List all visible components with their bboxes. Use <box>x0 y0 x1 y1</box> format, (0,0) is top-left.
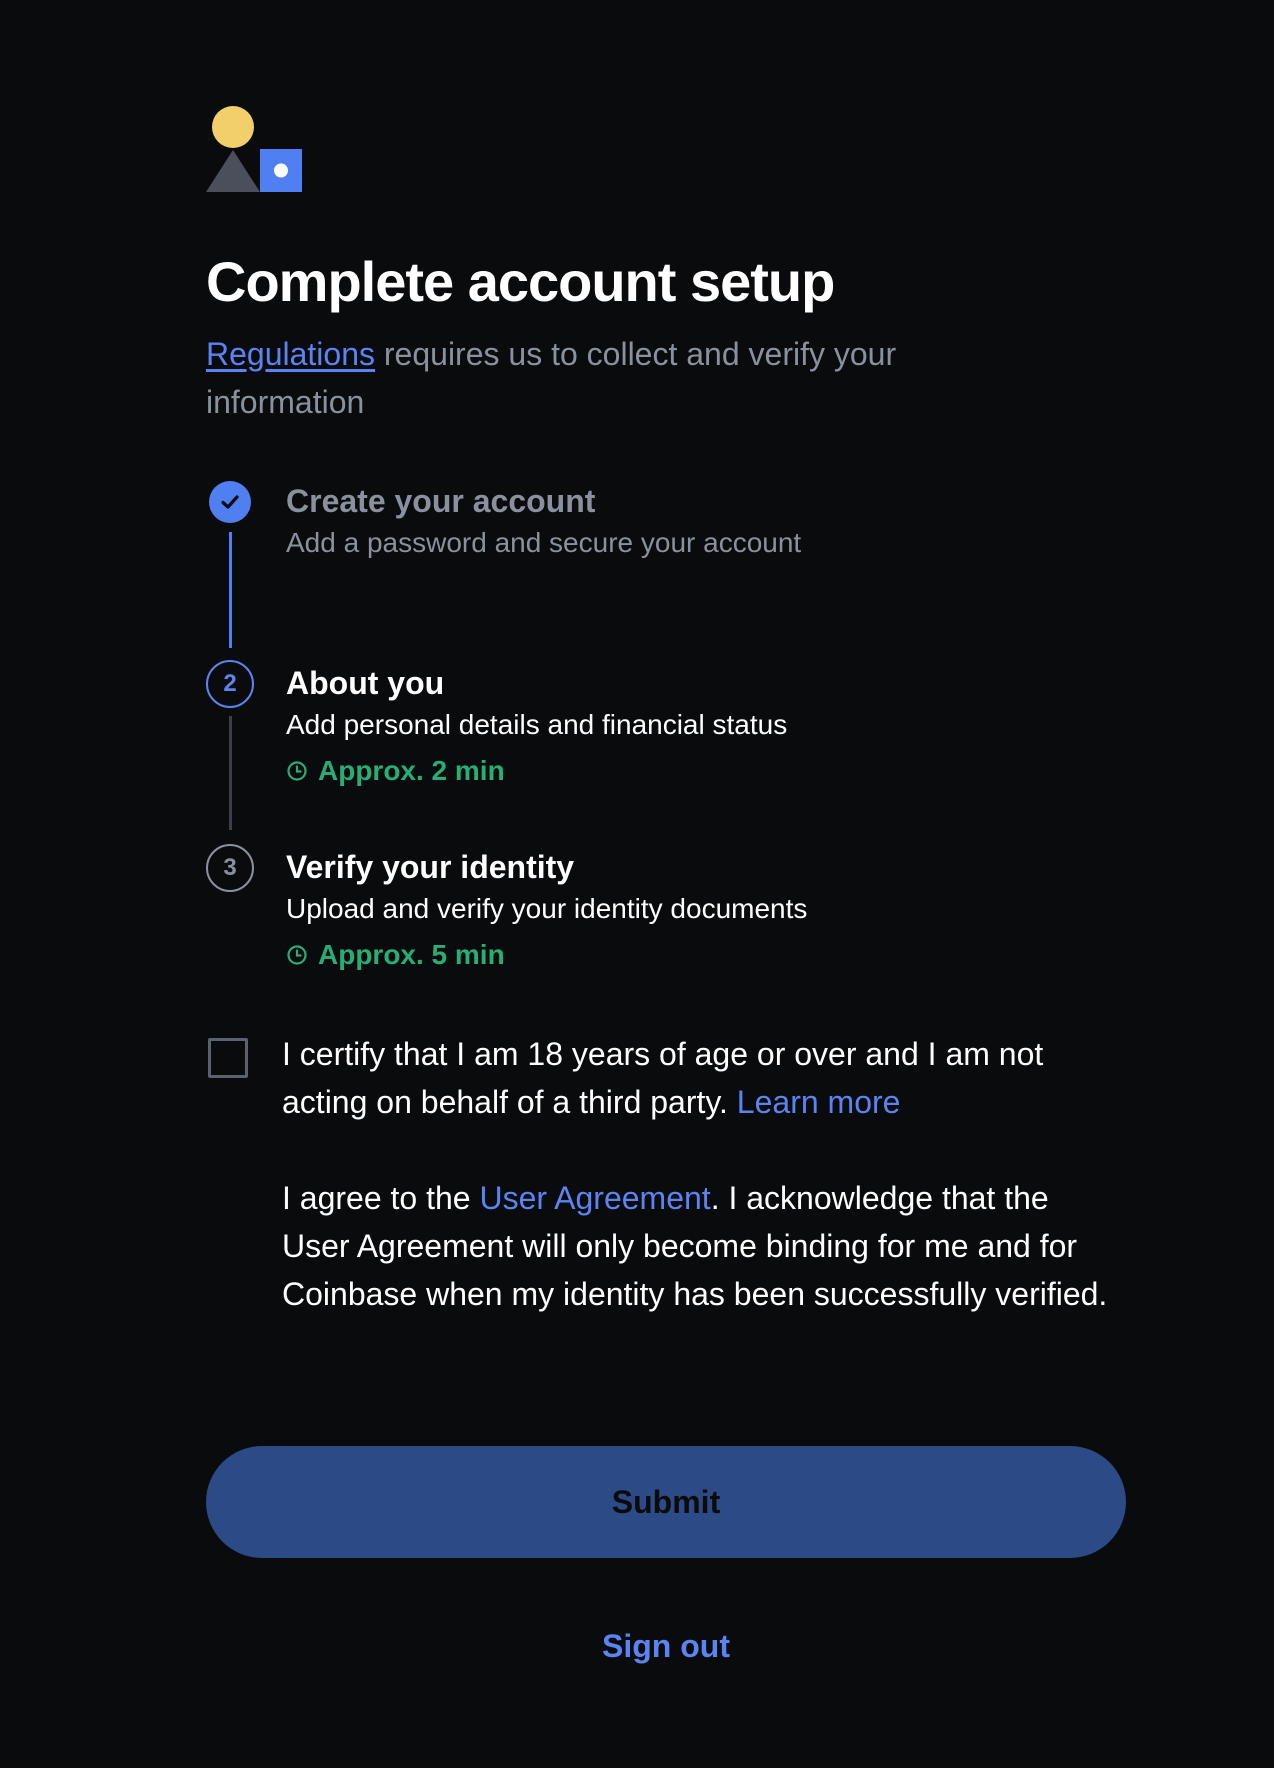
step-title: Verify your identity <box>286 849 575 885</box>
agreement-prefix: I agree to the <box>282 1180 480 1216</box>
user-agreement-link[interactable]: User Agreement <box>479 1180 710 1216</box>
step-time-estimate: Approx. 2 min <box>286 750 505 792</box>
time-text: Approx. 2 min <box>318 755 505 786</box>
step-title: Create your account <box>286 483 596 519</box>
step-description: Add a password and secure your account <box>286 527 802 558</box>
sign-out-link[interactable]: Sign out <box>206 1622 1126 1670</box>
regulations-link[interactable]: Regulations <box>206 336 375 372</box>
checkmark-icon <box>221 495 239 509</box>
clock-icon <box>287 945 307 965</box>
page-title: Complete account setup <box>206 250 835 313</box>
page-subtitle: Regulations requires us to collect and v… <box>206 330 1006 426</box>
step-title: About you <box>286 665 445 701</box>
step-complete-marker <box>209 481 251 523</box>
step-number-badge: 3 <box>206 844 254 892</box>
step-connector <box>229 532 232 648</box>
time-text: Approx. 5 min <box>318 939 505 970</box>
certify-text: I certify that I am 18 years of age or o… <box>282 1036 1044 1120</box>
submit-button[interactable]: Submit <box>206 1446 1126 1558</box>
shapes-logo <box>206 106 302 192</box>
user-agreement-statement: I agree to the User Agreement. I acknowl… <box>282 1174 1122 1318</box>
certify-checkbox[interactable] <box>208 1038 248 1078</box>
step-description: Add personal details and financial statu… <box>286 709 788 740</box>
clock-icon <box>287 761 307 781</box>
step-connector <box>229 716 232 830</box>
certify-statement: I certify that I am 18 years of age or o… <box>282 1030 1122 1126</box>
learn-more-link[interactable]: Learn more <box>737 1084 901 1120</box>
step-description: Upload and verify your identity document… <box>286 893 808 924</box>
step-number-badge: 2 <box>206 660 254 708</box>
step-time-estimate: Approx. 5 min <box>286 934 505 976</box>
